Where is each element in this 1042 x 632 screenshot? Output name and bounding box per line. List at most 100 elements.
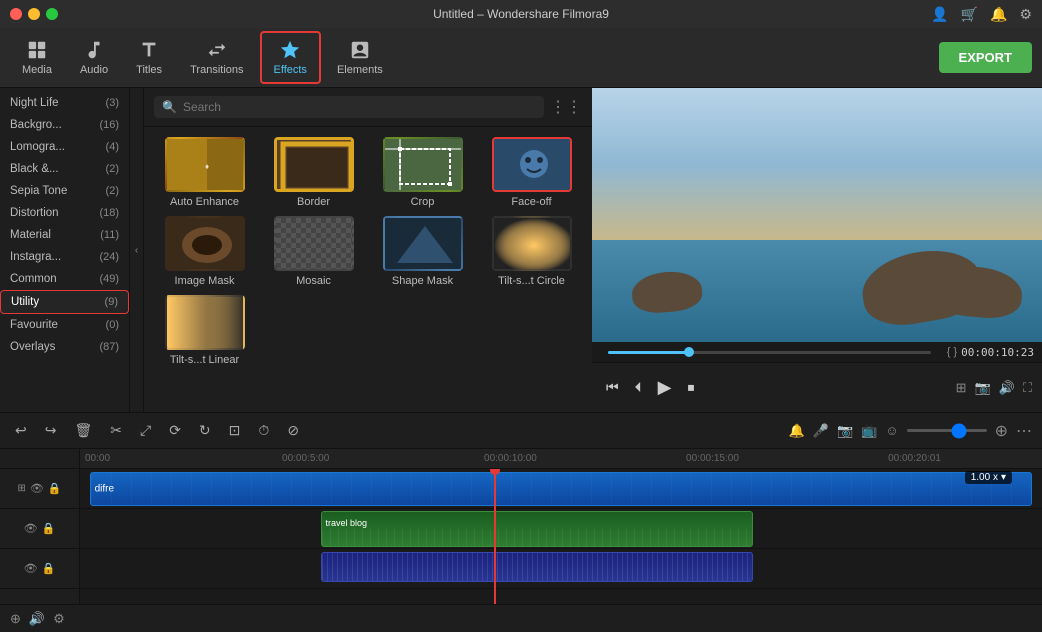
rewind-button[interactable]: ⏮ — [602, 377, 623, 398]
sidebar-item-sepiatone[interactable]: Sepia Tone (2) — [0, 180, 129, 202]
sidebar-collapse-button[interactable]: ‹ — [130, 88, 144, 412]
stop-button[interactable]: ⏹ — [683, 377, 698, 398]
sidebar-label: Overlays — [10, 341, 55, 353]
audio-clip-1[interactable] — [321, 552, 754, 582]
track-eye-icon[interactable]: 👁 — [30, 482, 44, 495]
toolbar-item-transitions[interactable]: Transitions — [178, 33, 255, 82]
sidebar-item-common[interactable]: Common (49) — [0, 268, 129, 290]
notification-icon[interactable]: 🔔 — [990, 6, 1007, 23]
zoom-slider[interactable] — [907, 429, 987, 432]
sidebar-item-nightlife[interactable]: Night Life (3) — [0, 92, 129, 114]
main-content: Night Life (3) Backgro... (16) Lomogra..… — [0, 88, 1042, 412]
window-controls[interactable] — [10, 8, 58, 20]
effect-label: Crop — [411, 196, 435, 208]
sidebar-item-lomography[interactable]: Lomogra... (4) — [0, 136, 129, 158]
export-button[interactable]: EXPORT — [939, 42, 1032, 73]
video-clip-1[interactable]: difre — [90, 472, 1033, 506]
toolbar-item-titles[interactable]: Titles — [124, 33, 174, 82]
effect-label: Mosaic — [296, 275, 331, 287]
undo-button[interactable]: ↩ — [10, 419, 32, 442]
cut-button[interactable]: ✂ — [105, 419, 127, 442]
grid-view-icon[interactable]: ⋮⋮ — [550, 97, 582, 117]
step-back-button[interactable]: ⏴ — [631, 377, 646, 398]
track-3-controls: 👁 🔒 — [0, 549, 79, 589]
sidebar-item-utility[interactable]: Utility (9) — [0, 290, 129, 314]
effect-tilt-linear[interactable]: Tilt-s...t Linear — [154, 295, 255, 366]
track2-eye-icon[interactable]: 👁 — [24, 522, 38, 535]
sidebar-item-distortion[interactable]: Distortion (18) — [0, 202, 129, 224]
effect-thumb-face-off — [492, 137, 572, 192]
volume-icon[interactable]: 🔊 — [999, 380, 1015, 396]
preview-settings-icon[interactable]: ⊞ — [956, 380, 967, 396]
speed-badge: 1.00 x ▾ — [965, 471, 1012, 484]
screenshot-icon[interactable]: 📷 — [975, 380, 991, 396]
toolbar-item-effects[interactable]: Effects — [260, 31, 321, 84]
effect-crop[interactable]: Crop — [372, 137, 473, 208]
effect-face-off[interactable]: Face-off — [481, 137, 582, 208]
sidebar-item-overlays[interactable]: Overlays (87) — [0, 336, 129, 358]
redo-button[interactable]: ↪ — [40, 419, 62, 442]
effect-border[interactable]: Border — [263, 137, 364, 208]
close-button[interactable] — [10, 8, 22, 20]
more-options-icon[interactable]: ⋯ — [1016, 421, 1032, 441]
fullscreen-icon[interactable]: ⛶ — [1023, 380, 1032, 396]
timeline-settings-icon[interactable]: 🔔 — [789, 423, 805, 439]
ruler-mark-3: 00:00:15:00 — [686, 453, 739, 464]
bottom-volume-icon[interactable]: 🔊 — [29, 611, 45, 627]
bottom-add-icon[interactable]: ⊕ — [10, 611, 21, 627]
crop-timeline-button[interactable]: ⊡ — [224, 419, 246, 442]
preview-progress-bar[interactable] — [608, 351, 931, 354]
video-clip-2[interactable]: travel blog — [321, 511, 754, 547]
account-icon[interactable]: 👤 — [931, 6, 948, 23]
delete-button[interactable]: 🗑 — [69, 419, 97, 442]
track2-lock-icon[interactable]: 🔒 — [42, 522, 56, 535]
progress-thumb[interactable] — [684, 347, 694, 357]
elements-icon — [349, 39, 371, 61]
track3-eye-icon[interactable]: 👁 — [24, 562, 38, 575]
effects-label: Effects — [274, 64, 307, 76]
bottom-settings-icon[interactable]: ⚙ — [53, 611, 65, 627]
timeline-emoji-icon[interactable]: ☺ — [885, 423, 898, 438]
sidebar-item-black[interactable]: Black &... (2) — [0, 158, 129, 180]
toolbar-item-audio[interactable]: Audio — [68, 33, 120, 82]
speed-button[interactable]: ⏱ — [253, 419, 274, 442]
search-box[interactable]: 🔍 — [154, 96, 544, 118]
track-grid-icon[interactable]: ⊞ — [17, 483, 25, 494]
search-input[interactable] — [183, 100, 536, 114]
split-button[interactable]: ⊘ — [282, 419, 304, 442]
main-toolbar: Media Audio Titles Transitions Effects E… — [0, 28, 1042, 88]
play-button[interactable]: ▶ — [654, 375, 676, 400]
track-lock-icon[interactable]: 🔒 — [48, 482, 62, 495]
toolbar-item-elements[interactable]: Elements — [325, 33, 395, 82]
effect-image-mask[interactable]: Image Mask — [154, 216, 255, 287]
timeline-mic-icon[interactable]: 🎤 — [813, 423, 829, 439]
effect-thumb-shape-mask — [383, 216, 463, 271]
add-track-icon[interactable]: ⊕ — [995, 421, 1008, 441]
track3-lock-icon[interactable]: 🔒 — [42, 562, 56, 575]
sidebar-item-favourite[interactable]: Favourite (0) — [0, 314, 129, 336]
app-title: Untitled – Wondershare Filmora9 — [433, 7, 609, 21]
effect-label: Auto Enhance — [170, 196, 239, 208]
sidebar-item-instagram[interactable]: Instagra... (24) — [0, 246, 129, 268]
toolbar-item-media[interactable]: Media — [10, 33, 64, 82]
sidebar-item-material[interactable]: Material (11) — [0, 224, 129, 246]
sidebar-item-background[interactable]: Backgro... (16) — [0, 114, 129, 136]
effect-thumb-image-mask — [165, 216, 245, 271]
effect-auto-enhance[interactable]: ♦ Auto Enhance — [154, 137, 255, 208]
settings-icon[interactable]: ⚙ — [1019, 6, 1032, 23]
effect-tilt-circle[interactable]: Tilt-s...t Circle — [481, 216, 582, 287]
cart-icon[interactable]: 🛒 — [961, 6, 978, 23]
effect-shape-mask[interactable]: Shape Mask — [372, 216, 473, 287]
timeline-camera-icon[interactable]: 📷 — [837, 423, 853, 439]
group-button[interactable]: ⟳ — [164, 419, 186, 442]
minimize-button[interactable] — [28, 8, 40, 20]
sidebar-count: (0) — [106, 319, 119, 331]
effect-thumb-mosaic — [274, 216, 354, 271]
sidebar-label: Night Life — [10, 97, 59, 109]
transform-button[interactable]: ⤢ — [135, 419, 156, 442]
maximize-button[interactable] — [46, 8, 58, 20]
speed-dropdown-icon[interactable]: ▾ — [1001, 472, 1006, 483]
rotate-button[interactable]: ↻ — [194, 419, 216, 442]
effect-mosaic[interactable]: Mosaic — [263, 216, 364, 287]
timeline-display-icon[interactable]: 📺 — [861, 423, 877, 439]
